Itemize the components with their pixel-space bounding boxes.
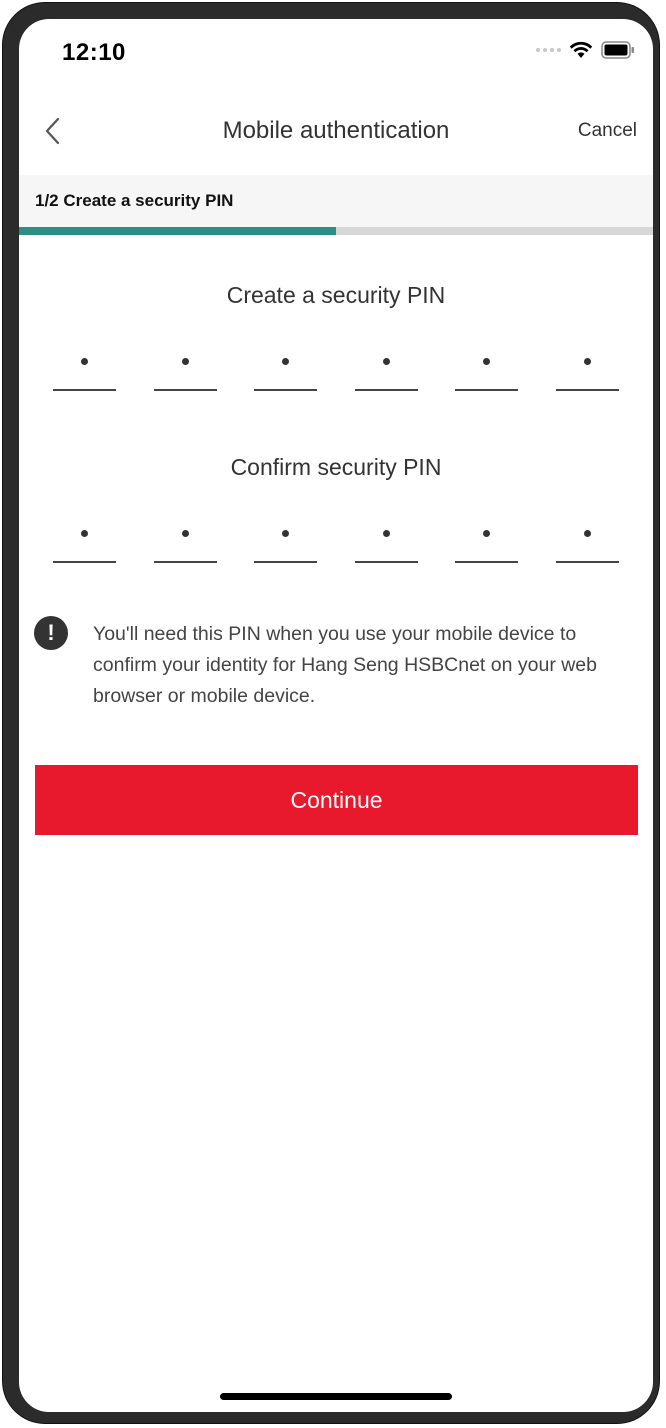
exclamation-circle-icon: ! [34,616,68,650]
pin-underline [354,561,418,563]
confirm-pin-digit-2[interactable] [153,513,217,563]
phone-frame: 12:10 Mobile authentication Cancel 1/2 C… [3,3,659,1423]
pin-dot [584,358,591,365]
create-pin-digit-5[interactable] [455,341,519,391]
confirm-pin-digit-5[interactable] [455,513,519,563]
status-time: 12:10 [62,39,126,66]
pin-underline [455,389,519,391]
create-pin-input[interactable] [53,341,619,391]
continue-button[interactable]: Continue [35,765,638,835]
pin-dot [181,358,189,365]
confirm-pin-digit-4[interactable] [354,513,418,563]
create-pin-digit-4[interactable] [354,341,418,391]
pin-dot [483,530,491,537]
pin-dot [81,358,88,365]
pin-underline [455,561,519,563]
page-title: Mobile authentication [222,117,450,144]
status-indicators [536,41,635,59]
pin-underline [254,389,318,391]
pin-dot [81,530,88,537]
confirm-pin-digit-1[interactable] [53,513,116,563]
create-pin-digit-2[interactable] [153,341,217,391]
create-pin-digit-1[interactable] [53,341,116,391]
pin-underline [556,389,619,391]
pin-dot [282,530,290,537]
pin-underline [354,389,418,391]
info-message: You'll need this PIN when you use your m… [93,623,598,707]
wifi-icon [569,41,593,58]
pin-dot [382,358,390,365]
pin-underline [153,389,217,391]
step-header: 1/2 Create a security PIN [19,175,653,227]
progress-bar [19,227,653,235]
pin-underline [556,561,619,563]
cancel-button[interactable]: Cancel [578,120,637,142]
progress-fill [19,227,336,235]
battery-icon [601,41,634,59]
pin-dot [382,530,390,537]
confirm-pin-input[interactable] [53,513,619,563]
confirm-pin-digit-6[interactable] [556,513,619,563]
pin-underline [254,561,318,563]
create-pin-digit-3[interactable] [254,341,318,391]
create-pin-title: Create a security PIN [226,282,446,308]
confirm-pin-title: Confirm security PIN [230,454,442,480]
pin-underline [153,561,217,563]
cellular-signal-icon [536,48,561,52]
confirm-pin-digit-3[interactable] [254,513,318,563]
pin-dot [584,530,591,537]
home-indicator[interactable] [220,1393,452,1400]
pin-underline [53,561,116,563]
create-pin-digit-6[interactable] [556,341,619,391]
pin-dot [181,530,189,537]
pin-underline [53,389,116,391]
app-screen: 12:10 Mobile authentication Cancel 1/2 C… [19,19,653,1412]
pin-dot [282,358,290,365]
step-label: 1/2 Create a security PIN [35,191,234,210]
pin-dot [483,358,491,365]
